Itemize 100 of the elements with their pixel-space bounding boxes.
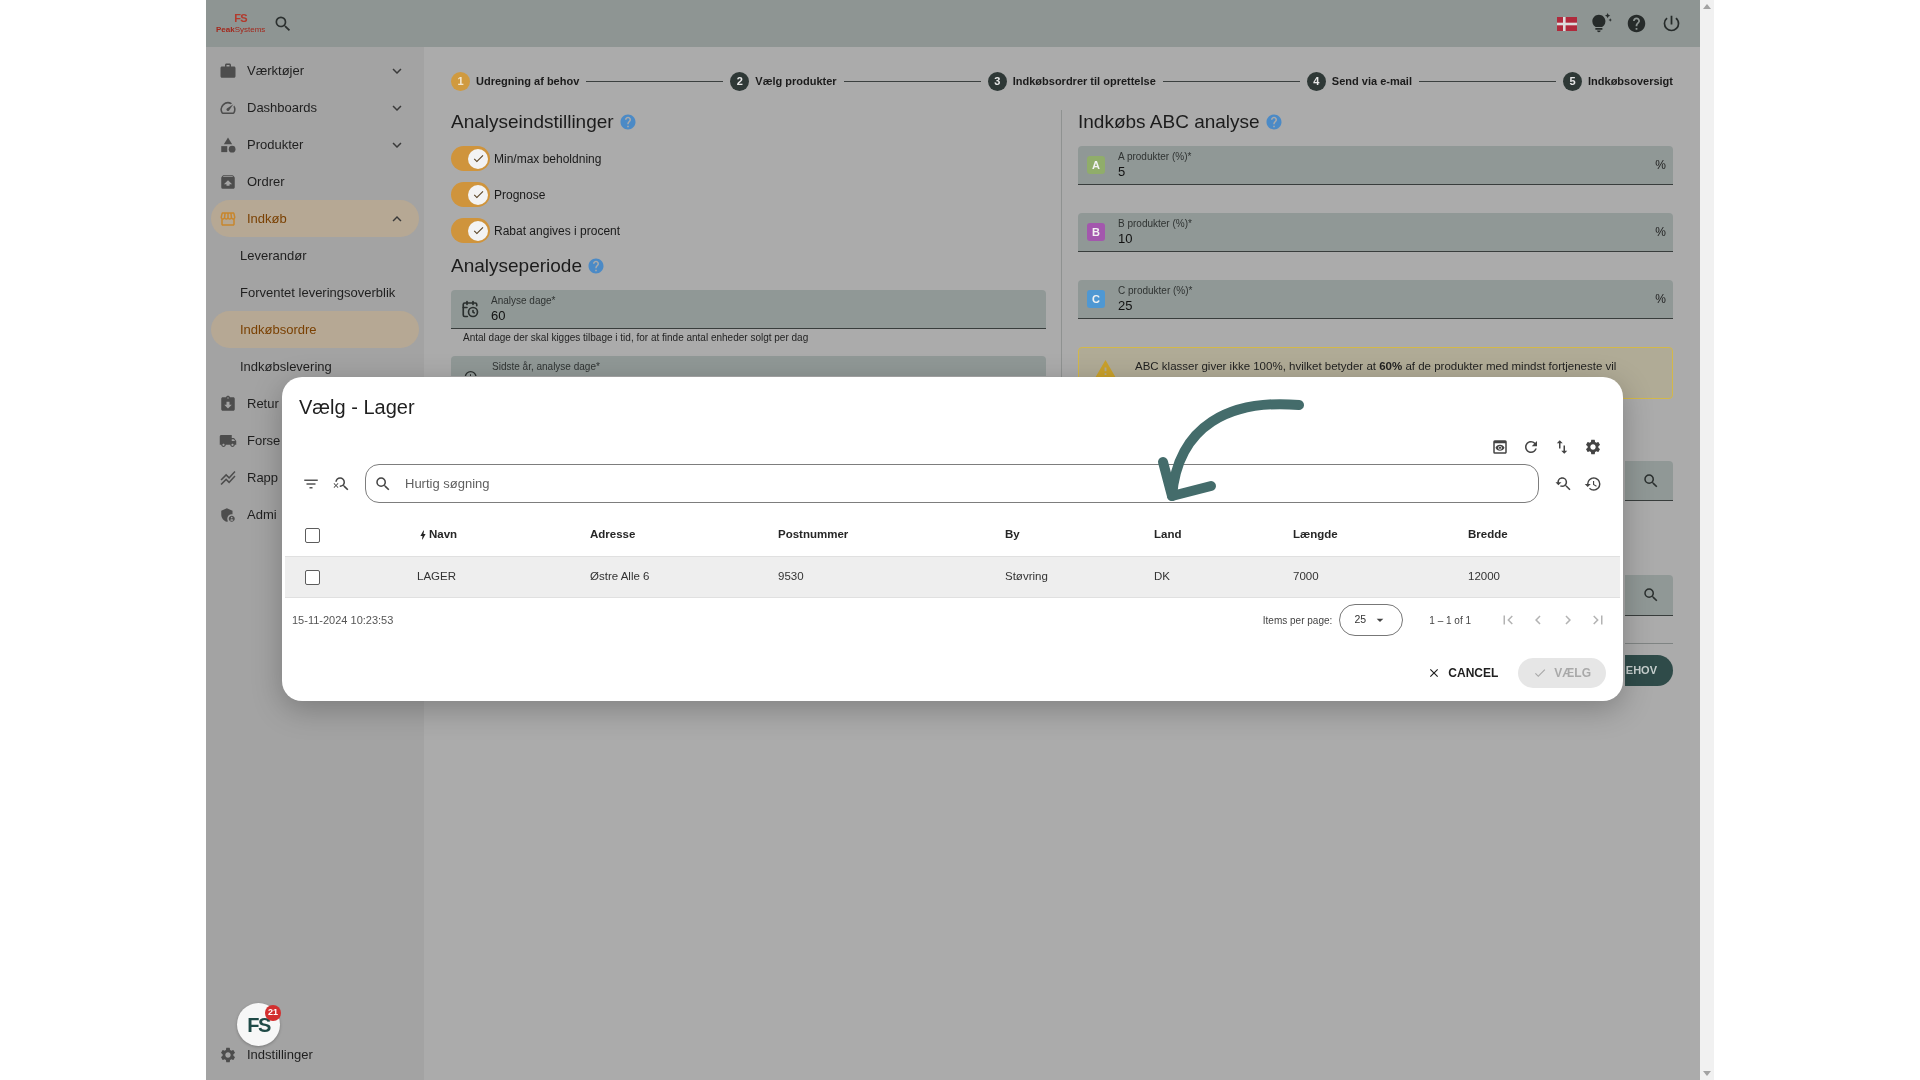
sidebar-item[interactable]: Indstillinger xyxy=(211,1046,317,1064)
help-icon[interactable] xyxy=(1626,13,1647,34)
field-suffix: % xyxy=(1655,291,1666,308)
search-field[interactable] xyxy=(1625,575,1673,616)
shapes-icon xyxy=(219,135,237,154)
settings-icon[interactable] xyxy=(1584,438,1602,456)
check-icon xyxy=(471,224,485,237)
warning-text: ABC klasser giver ikke 100%, hvilket betyder at 60% af de produkter med mindst fortjeneste vil xyxy=(1135,359,1617,373)
sidebar-item[interactable]: Ordrer xyxy=(211,163,289,200)
column-header[interactable]: Navn xyxy=(429,526,458,544)
refresh-icon[interactable] xyxy=(1522,438,1540,456)
toggle-switch[interactable] xyxy=(451,182,490,207)
select-all-checkbox[interactable] xyxy=(305,527,320,543)
step-label[interactable]: Indkøbsordrer til oprettelse xyxy=(1012,73,1156,90)
power-icon[interactable] xyxy=(1661,13,1682,34)
table-cell-text: 9530 xyxy=(778,569,804,585)
toggle-switch[interactable] xyxy=(451,218,490,243)
toggle-label: Min/max beholdning xyxy=(494,150,602,168)
dialog-title: Vælg - Lager xyxy=(299,395,415,419)
class-tag: B xyxy=(1087,223,1105,241)
number-field[interactable]: Analyse dage* 60 xyxy=(451,290,1046,329)
flag-icon[interactable] xyxy=(1557,16,1577,31)
field-suffix: % xyxy=(1655,224,1666,241)
action-button[interactable]: EHOV xyxy=(1625,655,1673,686)
column-header[interactable]: Bredde xyxy=(1468,526,1508,544)
sidebar-item[interactable]: Indkøb xyxy=(211,200,419,237)
sidebar-item[interactable]: Admi xyxy=(211,496,281,533)
sidebar-item[interactable]: Forse xyxy=(211,422,285,459)
upload-tray-icon xyxy=(219,172,237,191)
sidebar-item[interactable]: Rapp xyxy=(211,459,283,496)
sidebar-item[interactable]: Retur xyxy=(211,385,283,422)
field-label: C produkter (%)* xyxy=(1118,284,1193,297)
step-label[interactable]: Udregning af behov xyxy=(476,73,580,90)
search-history-icon[interactable] xyxy=(1554,474,1572,493)
sidebar-subitem[interactable]: Indkøbslevering xyxy=(211,348,336,385)
row-checkbox[interactable] xyxy=(305,569,320,585)
timestamp: 15-11-2024 10:23:53 xyxy=(292,612,394,628)
storefront-icon xyxy=(219,209,237,228)
step-number[interactable]: 4 xyxy=(1306,72,1326,91)
sidebar-subitem[interactable]: Indkøbsordre xyxy=(211,311,419,348)
field-label: A produkter (%)* xyxy=(1118,150,1192,163)
items-per-page-label: Items per page: xyxy=(1262,613,1333,628)
logo-text: PeakSystems xyxy=(216,25,266,34)
section-title: Indkøbs ABC analyse xyxy=(1078,110,1260,134)
clipboard-download-icon xyxy=(219,394,237,413)
step-number[interactable]: 5 xyxy=(1563,72,1582,91)
field-value: 10 xyxy=(1118,230,1134,247)
sidebar-subitem[interactable]: Leverandør xyxy=(211,237,311,274)
percent-field[interactable]: A A produkter (%)* 5 % xyxy=(1078,146,1673,185)
search-field[interactable] xyxy=(1625,461,1673,501)
check-icon xyxy=(471,152,485,165)
field-label: Sidste år, analyse dage* xyxy=(492,361,600,373)
range-label: 1 – 1 of 1 xyxy=(1429,613,1471,628)
column-header[interactable]: Postnummer xyxy=(778,526,849,544)
table-cell-text: 7000 xyxy=(1293,569,1319,585)
table-row[interactable]: LAGER Østre Alle 6 9530 Støvring DK 7000 12000 xyxy=(285,557,1620,598)
table-cell-text: LAGER xyxy=(417,569,456,585)
percent-field[interactable]: B B produkter (%)* 10 % xyxy=(1078,213,1673,252)
step-number[interactable]: 3 xyxy=(987,72,1007,91)
logo-mark: FS xyxy=(234,13,248,24)
search-field[interactable]: Hurtig søgning xyxy=(365,464,1539,503)
field-value: 25 xyxy=(1118,297,1134,314)
section-title: Analyseperiode xyxy=(451,254,582,278)
percent-field[interactable]: C C produkter (%)* 25 % xyxy=(1078,280,1673,319)
column-header[interactable]: Land xyxy=(1154,526,1182,544)
shield-icon xyxy=(219,505,237,524)
step-label[interactable]: Vælg produkter xyxy=(755,73,837,90)
sidebar-item[interactable]: Dashboards xyxy=(211,89,419,126)
step-label[interactable]: Send via e-mail xyxy=(1331,73,1412,90)
search-icon xyxy=(374,474,392,493)
sidebar-subitem[interactable]: Forventet leveringsoverblik xyxy=(211,274,400,311)
history-icon xyxy=(462,369,478,376)
class-tag: C xyxy=(1087,290,1105,308)
sidebar-item[interactable]: Værktøjer xyxy=(211,52,419,89)
clear-search-icon[interactable] xyxy=(333,474,351,493)
column-header[interactable]: Adresse xyxy=(590,526,636,544)
class-tag: A xyxy=(1087,156,1105,174)
history-icon[interactable] xyxy=(1584,474,1602,493)
calendar-clock-icon xyxy=(461,300,479,318)
search-icon[interactable] xyxy=(1642,471,1660,490)
cancel-button[interactable]: CANCEL xyxy=(1419,658,1507,688)
search-icon[interactable] xyxy=(1642,586,1660,604)
table-cell-text: Østre Alle 6 xyxy=(590,569,650,585)
step-label[interactable]: Indkøbsoversigt xyxy=(1588,73,1673,90)
preview-icon[interactable] xyxy=(1491,438,1509,456)
column-header[interactable]: Længde xyxy=(1293,526,1338,544)
toggle-label: Rabat angives i procent xyxy=(494,222,621,240)
section-title: Analyseindstillinger xyxy=(451,110,614,134)
table-cell-text: DK xyxy=(1154,569,1170,585)
sidebar-item[interactable]: Produkter xyxy=(211,126,419,163)
briefcase-icon xyxy=(219,61,237,80)
lightbulb-icon[interactable] xyxy=(1591,13,1612,34)
table-cell-text: 12000 xyxy=(1468,569,1500,585)
toggle-switch[interactable] xyxy=(451,146,490,171)
number-field[interactable]: Sidste år, analyse dage* xyxy=(451,356,1046,376)
column-header[interactable]: By xyxy=(1005,526,1020,544)
check-icon xyxy=(471,188,485,201)
step-number[interactable]: 2 xyxy=(730,72,750,91)
field-value: 60 xyxy=(491,307,507,324)
field-label: B produkter (%)* xyxy=(1118,217,1192,230)
